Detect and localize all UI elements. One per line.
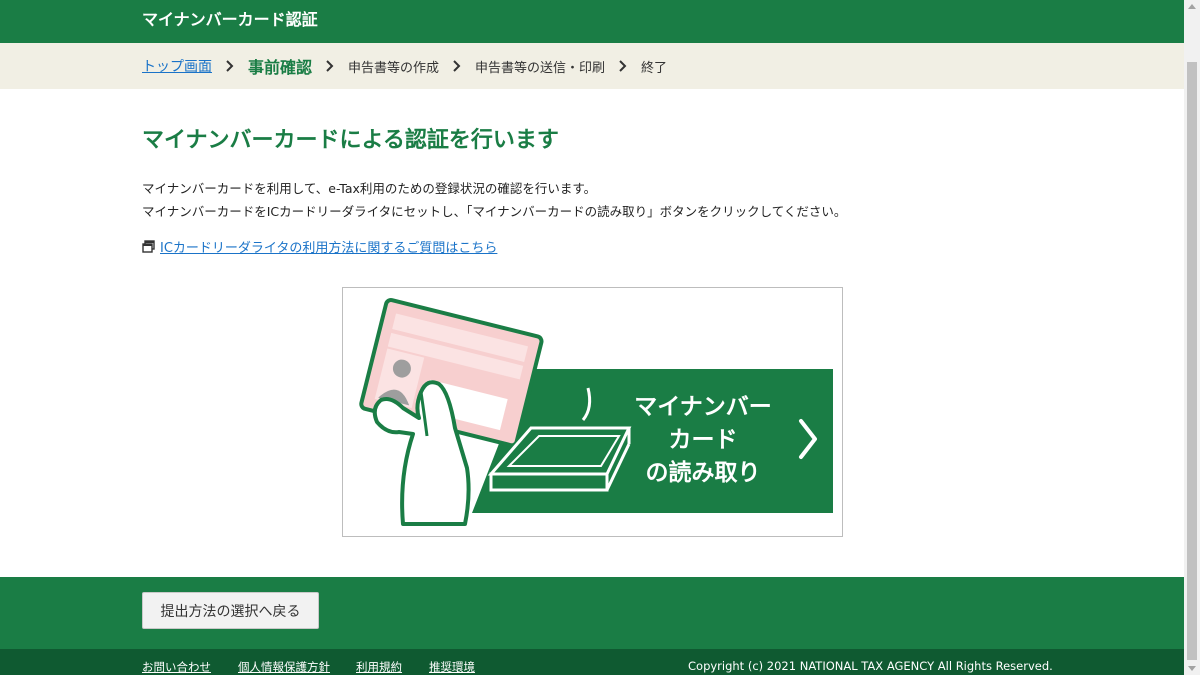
footer-link-environment[interactable]: 推奨環境 — [429, 659, 475, 675]
chevron-right-icon — [325, 60, 335, 72]
read-button-label: マイナンバー カード の読み取り — [634, 394, 772, 486]
breadcrumb-top[interactable]: トップ画面 — [142, 56, 212, 76]
description-line-1: マイナンバーカードを利用して、e-Tax利用のための登録状況の確認を行います。 — [142, 181, 597, 196]
header-title: マイナンバーカード認証 — [142, 10, 318, 29]
breadcrumb-step-end: 終了 — [641, 60, 668, 76]
help-link-row: ICカードリーダライタの利用方法に関するご質問はこちら — [142, 237, 497, 256]
page-header: マイナンバーカード認証 — [0, 0, 1184, 43]
page-title: マイナンバーカードによる認証を行います — [142, 128, 559, 153]
breadcrumb-step-create: 申告書等の作成 — [348, 60, 440, 76]
vertical-scrollbar[interactable] — [1184, 0, 1200, 675]
copyright-text: Copyright (c) 2021 NATIONAL TAX AGENCY A… — [688, 659, 1053, 673]
footer-link-privacy[interactable]: 個人情報保護方針 — [238, 659, 330, 675]
back-to-submission-method-button[interactable]: 提出方法の選択へ戻る — [142, 592, 319, 629]
footer-link-contact[interactable]: お問い合わせ — [142, 659, 211, 675]
mynumber-card-read-button[interactable]: マイナンバー カード の読み取り — [342, 287, 843, 537]
breadcrumb: トップ画面 事前確認 申告書等の作成 申告書等の送信・印刷 終了 — [0, 43, 1184, 89]
scroll-up-arrow-icon[interactable] — [1188, 4, 1196, 9]
description-line-2: マイナンバーカードをICカードリーダライタにセットし、「マイナンバーカードの読み… — [142, 204, 847, 219]
breadcrumb-current-step: 事前確認 — [248, 58, 313, 77]
chevron-right-icon — [452, 60, 462, 72]
scroll-down-arrow-icon[interactable] — [1188, 666, 1196, 671]
breadcrumb-step-send: 申告書等の送信・印刷 — [475, 60, 606, 76]
footer-link-terms[interactable]: 利用規約 — [356, 659, 402, 675]
new-window-icon — [142, 240, 155, 253]
scrollbar-thumb[interactable] — [1187, 62, 1197, 660]
ic-reader-help-link[interactable]: ICカードリーダライタの利用方法に関するご質問はこちら — [160, 237, 497, 256]
chevron-right-icon — [618, 60, 628, 72]
chevron-right-icon — [225, 60, 235, 72]
